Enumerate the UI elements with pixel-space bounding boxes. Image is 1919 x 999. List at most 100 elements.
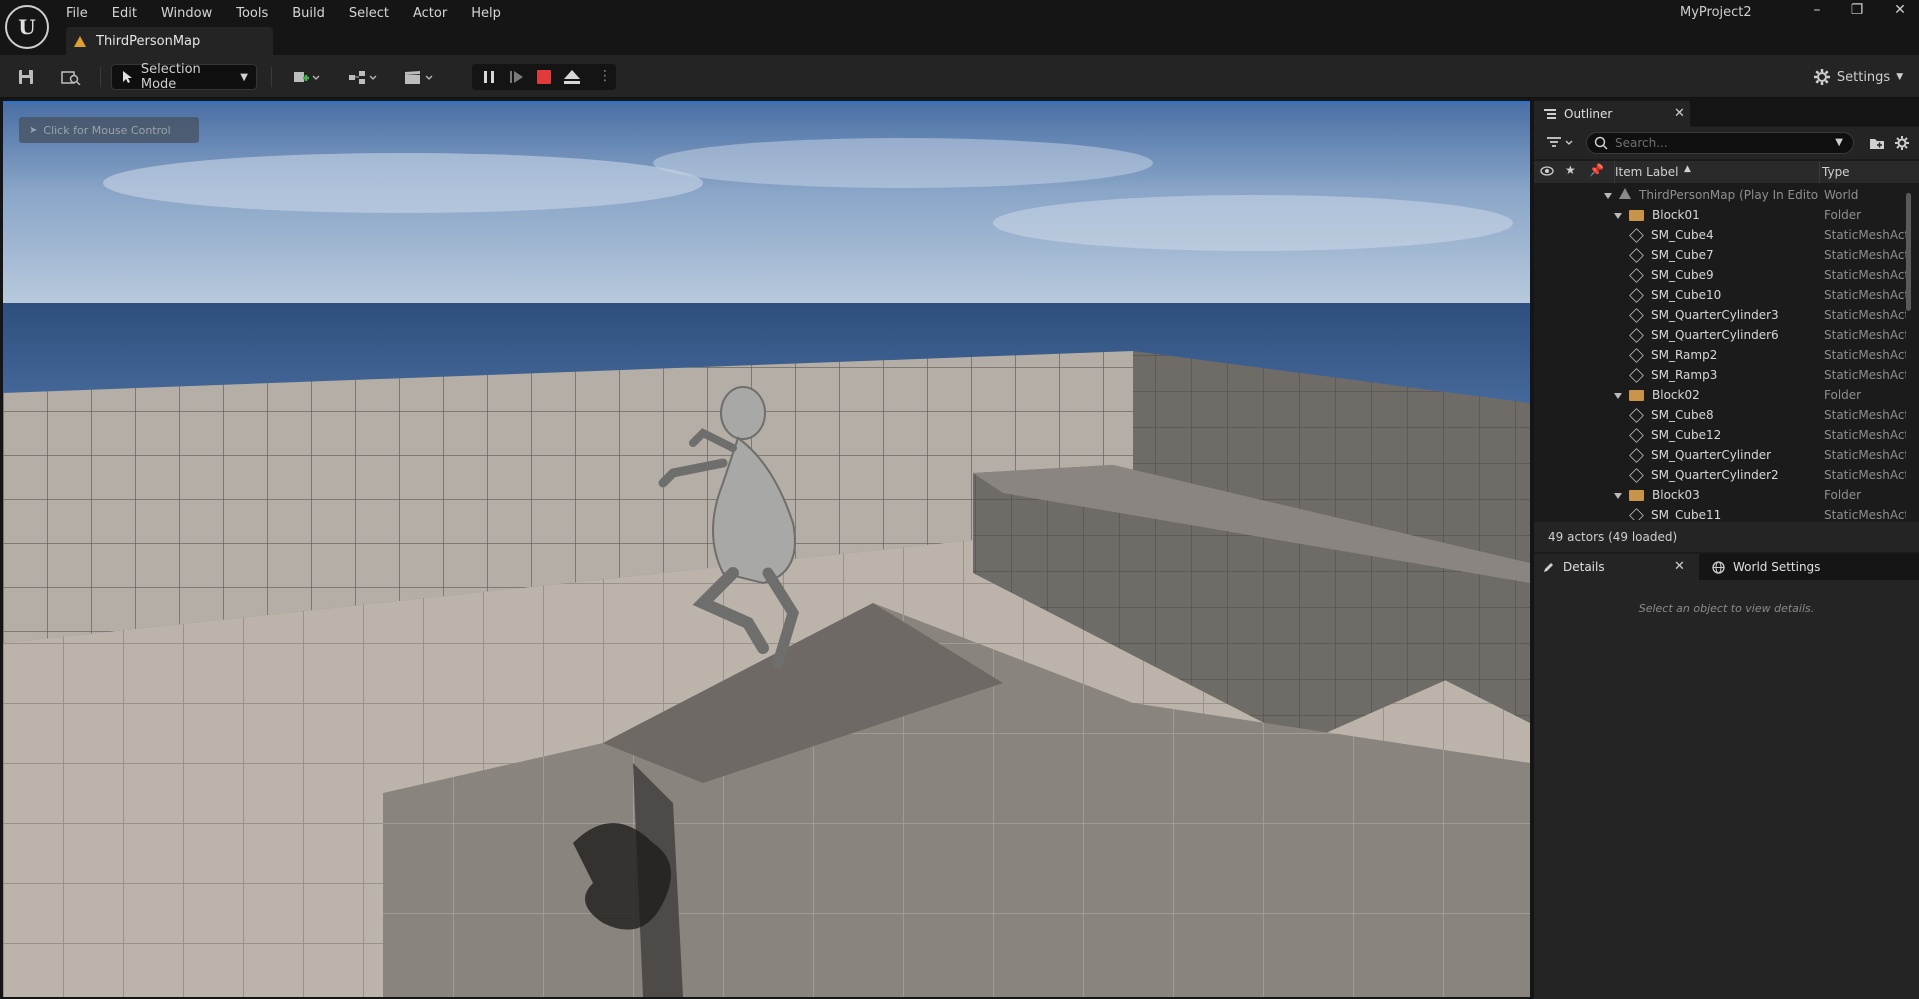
outliner-scrollbar[interactable]: [1906, 193, 1911, 311]
outliner-row-label-group: SM_QuarterCylinder6: [1629, 325, 1779, 345]
outliner-row[interactable]: SM_Cube4 StaticMeshActor: [1534, 225, 1909, 245]
world-settings-tab-label: World Settings: [1733, 560, 1821, 574]
save-button[interactable]: [14, 64, 38, 90]
add-folder-button[interactable]: [1869, 135, 1885, 151]
minimize-button[interactable]: –: [1805, 2, 1829, 18]
browse-content-button[interactable]: [58, 64, 84, 90]
tab-details[interactable]: Details ✕: [1534, 554, 1699, 580]
outliner-search-input[interactable]: Search... ▼: [1586, 132, 1854, 154]
content-browser-icon: [61, 71, 81, 85]
close-window-button[interactable]: ✕: [1888, 2, 1912, 18]
expand-arrow-icon[interactable]: [1604, 192, 1612, 199]
outliner-item-label: SM_Cube7: [1651, 248, 1714, 262]
outliner-row[interactable]: SM_QuarterCylinder2 StaticMeshActor: [1534, 465, 1909, 485]
outliner-row[interactable]: SM_Cube12 StaticMeshActor: [1534, 425, 1909, 445]
outliner-item-type: StaticMeshActor: [1824, 268, 1906, 282]
expand-arrow-icon[interactable]: [1614, 392, 1622, 399]
settings-button[interactable]: Settings ▼: [1812, 64, 1904, 90]
add-actor-icon: [294, 72, 320, 82]
tab-outliner[interactable]: Outliner ✕: [1534, 101, 1690, 127]
restore-button[interactable]: ❐: [1845, 2, 1869, 18]
cinematics-button[interactable]: [398, 64, 438, 90]
column-divider: [1819, 161, 1820, 183]
outliner-settings-button[interactable]: [1894, 135, 1910, 151]
tab-world-settings[interactable]: World Settings: [1702, 554, 1842, 580]
close-icon[interactable]: ✕: [1674, 559, 1685, 574]
document-tab[interactable]: ThirdPersonMap: [66, 27, 273, 55]
stop-button[interactable]: [537, 70, 551, 84]
menu-select[interactable]: Select: [349, 2, 401, 24]
blueprint-button[interactable]: [342, 64, 382, 90]
outliner-folder-row[interactable]: Block02 Folder: [1534, 385, 1909, 405]
expand-arrow-icon[interactable]: [1614, 212, 1622, 219]
play-controls: ⋮: [472, 64, 616, 90]
menu-actor[interactable]: Actor: [413, 2, 459, 24]
outliner-item-label: Block02: [1652, 388, 1700, 402]
close-icon[interactable]: ✕: [1674, 106, 1685, 121]
outliner-item-type: StaticMeshActor: [1824, 368, 1906, 382]
pause-button[interactable]: [482, 70, 496, 84]
globe-icon: [1712, 560, 1725, 574]
outliner-row-label-group: SM_QuarterCylinder2: [1629, 465, 1779, 485]
save-icon: [19, 70, 33, 84]
world-icon: [1619, 188, 1631, 199]
visibility-eye-icon[interactable]: [1540, 165, 1554, 180]
outliner-item-label: SM_Cube4: [1651, 228, 1714, 242]
outliner-row[interactable]: SM_Ramp3 StaticMeshActor: [1534, 365, 1909, 385]
pin-icon[interactable]: 📌: [1589, 163, 1604, 177]
outliner-search-row: Search... ▼: [1534, 127, 1919, 159]
outliner-item-type: StaticMeshActor: [1824, 408, 1906, 422]
mouse-control-hint[interactable]: ➤ Click for Mouse Control: [19, 117, 199, 143]
clapperboard-icon: [405, 71, 433, 84]
menu-tools[interactable]: Tools: [236, 2, 280, 24]
add-actor-button[interactable]: [286, 64, 326, 90]
outliner-item-label: SM_Ramp3: [1651, 368, 1718, 382]
level-warning-icon: [74, 35, 86, 47]
outliner-item-label: Block03: [1652, 488, 1700, 502]
unreal-logo-icon[interactable]: U: [5, 5, 49, 49]
outliner-row[interactable]: SM_Cube7 StaticMeshActor: [1534, 245, 1909, 265]
menu-edit[interactable]: Edit: [112, 2, 149, 24]
column-item-label[interactable]: Item Label: [1615, 165, 1679, 179]
more-options-icon[interactable]: ⋮: [598, 69, 612, 85]
outliner-item-label: SM_QuarterCylinder3: [1651, 308, 1779, 322]
outliner-row[interactable]: SM_QuarterCylinder3 StaticMeshActor: [1534, 305, 1909, 325]
outliner-row-label-group: Block02: [1614, 385, 1700, 405]
outliner-item-label: SM_Cube8: [1651, 408, 1714, 422]
gear-icon: [1813, 69, 1830, 85]
outliner-row-label-group: ThirdPersonMap (Play In Editor): [1604, 185, 1819, 205]
menu-help[interactable]: Help: [471, 2, 513, 24]
selection-mode-label: Selection Mode: [140, 62, 201, 92]
outliner-row-label-group: SM_Cube7: [1629, 245, 1714, 265]
level-viewport[interactable]: ➤ Click for Mouse Control: [3, 101, 1530, 997]
outliner-folder-row[interactable]: Block01 Folder: [1534, 205, 1909, 225]
outliner-row[interactable]: ThirdPersonMap (Play In Editor) World: [1534, 185, 1909, 205]
column-type[interactable]: Type: [1822, 165, 1850, 179]
outliner-row[interactable]: SM_Cube11 StaticMeshActor: [1534, 505, 1909, 520]
outliner-row[interactable]: SM_Cube9 StaticMeshActor: [1534, 265, 1909, 285]
outliner-row[interactable]: SM_Ramp2 StaticMeshActor: [1534, 345, 1909, 365]
filter-button[interactable]: [1546, 135, 1576, 151]
cursor-icon: ➤: [29, 124, 38, 136]
expand-arrow-icon[interactable]: [1614, 492, 1622, 499]
menu-build[interactable]: Build: [292, 2, 337, 24]
frame-skip-button[interactable]: [509, 70, 525, 84]
favorite-star-icon[interactable]: ★: [1565, 163, 1576, 177]
outliner-row[interactable]: SM_Cube8 StaticMeshActor: [1534, 405, 1909, 425]
outliner-row-label-group: SM_Cube12: [1629, 425, 1721, 445]
outliner-row[interactable]: SM_QuarterCylinder StaticMeshActor: [1534, 445, 1909, 465]
menu-window[interactable]: Window: [161, 2, 224, 24]
scene-render: [3, 103, 1530, 997]
menu-file[interactable]: File: [66, 2, 100, 24]
outliner-folder-row[interactable]: Block03 Folder: [1534, 485, 1909, 505]
chevron-down-icon[interactable]: ▼: [1835, 133, 1843, 153]
outliner-item-label: SM_QuarterCylinder2: [1651, 468, 1779, 482]
outliner-column-header: ★ 📌 Item Label ▲ Type: [1534, 161, 1919, 183]
selection-mode-dropdown[interactable]: Selection Mode ▼: [111, 62, 257, 92]
actor-count: 49 actors (49 loaded): [1534, 522, 1919, 552]
outliner-row[interactable]: SM_Cube10 StaticMeshActor: [1534, 285, 1909, 305]
outliner-item-type: StaticMeshActor: [1824, 508, 1906, 520]
eject-button[interactable]: [563, 69, 581, 85]
outliner-row[interactable]: SM_QuarterCylinder6 StaticMeshActor: [1534, 325, 1909, 345]
project-name: MyProject2: [1680, 5, 1752, 20]
